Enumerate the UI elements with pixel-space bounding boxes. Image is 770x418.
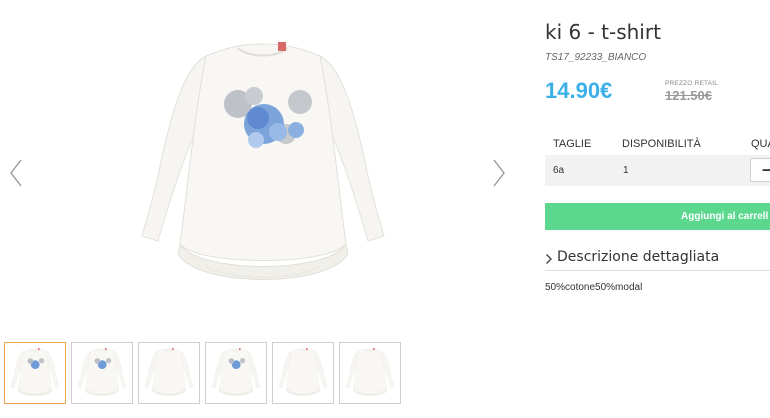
product-price: 14.90€ bbox=[545, 78, 613, 103]
header-availability: DISPONIBILITÀ bbox=[622, 138, 701, 150]
thumbnail-1[interactable] bbox=[4, 342, 66, 404]
description-title: Descrizione dettagliata bbox=[557, 249, 720, 265]
thumbnail-2[interactable] bbox=[71, 342, 133, 404]
product-details: ki 6 - t-shirt TS17_92233_BIANCO 14.90€ … bbox=[545, 0, 770, 418]
next-image-button[interactable] bbox=[488, 156, 508, 190]
chevron-right-icon bbox=[493, 159, 505, 187]
quantity-decrease-button[interactable]: − bbox=[762, 162, 770, 179]
prev-image-button[interactable] bbox=[7, 156, 27, 190]
thumbnail-3[interactable] bbox=[138, 342, 200, 404]
thumbnail-strip bbox=[4, 342, 401, 404]
chevron-left-icon bbox=[10, 159, 22, 187]
table-row: 6a 1 − bbox=[545, 155, 770, 186]
thumbnail-4[interactable] bbox=[205, 342, 267, 404]
add-to-cart-button[interactable]: Aggiungi al carrell bbox=[545, 203, 770, 230]
thumbnail-6[interactable] bbox=[339, 342, 401, 404]
thumbnail-5[interactable] bbox=[272, 342, 334, 404]
quantity-stepper[interactable]: − bbox=[750, 158, 770, 182]
description-text: 50%cotone50%modal bbox=[545, 282, 643, 293]
product-sku: TS17_92233_BIANCO bbox=[545, 52, 647, 63]
main-product-image[interactable] bbox=[128, 36, 398, 296]
row-availability: 1 bbox=[623, 165, 629, 176]
header-sizes: TAGLIE bbox=[553, 138, 592, 150]
retail-price: 121.50€ bbox=[665, 88, 712, 103]
description-toggle[interactable]: Descrizione dettagliata bbox=[545, 248, 770, 271]
product-title: ki 6 - t-shirt bbox=[545, 20, 661, 44]
product-gallery bbox=[0, 0, 520, 418]
row-size: 6a bbox=[553, 165, 565, 176]
retail-price-label: PREZZO RETAIL bbox=[665, 80, 719, 87]
add-to-cart-label: Aggiungi al carrell bbox=[681, 211, 769, 222]
chevron-right-icon bbox=[546, 254, 552, 264]
availability-table-header: TAGLIE DISPONIBILITÀ QUA bbox=[545, 136, 770, 154]
header-quantity: QUA bbox=[751, 138, 770, 150]
